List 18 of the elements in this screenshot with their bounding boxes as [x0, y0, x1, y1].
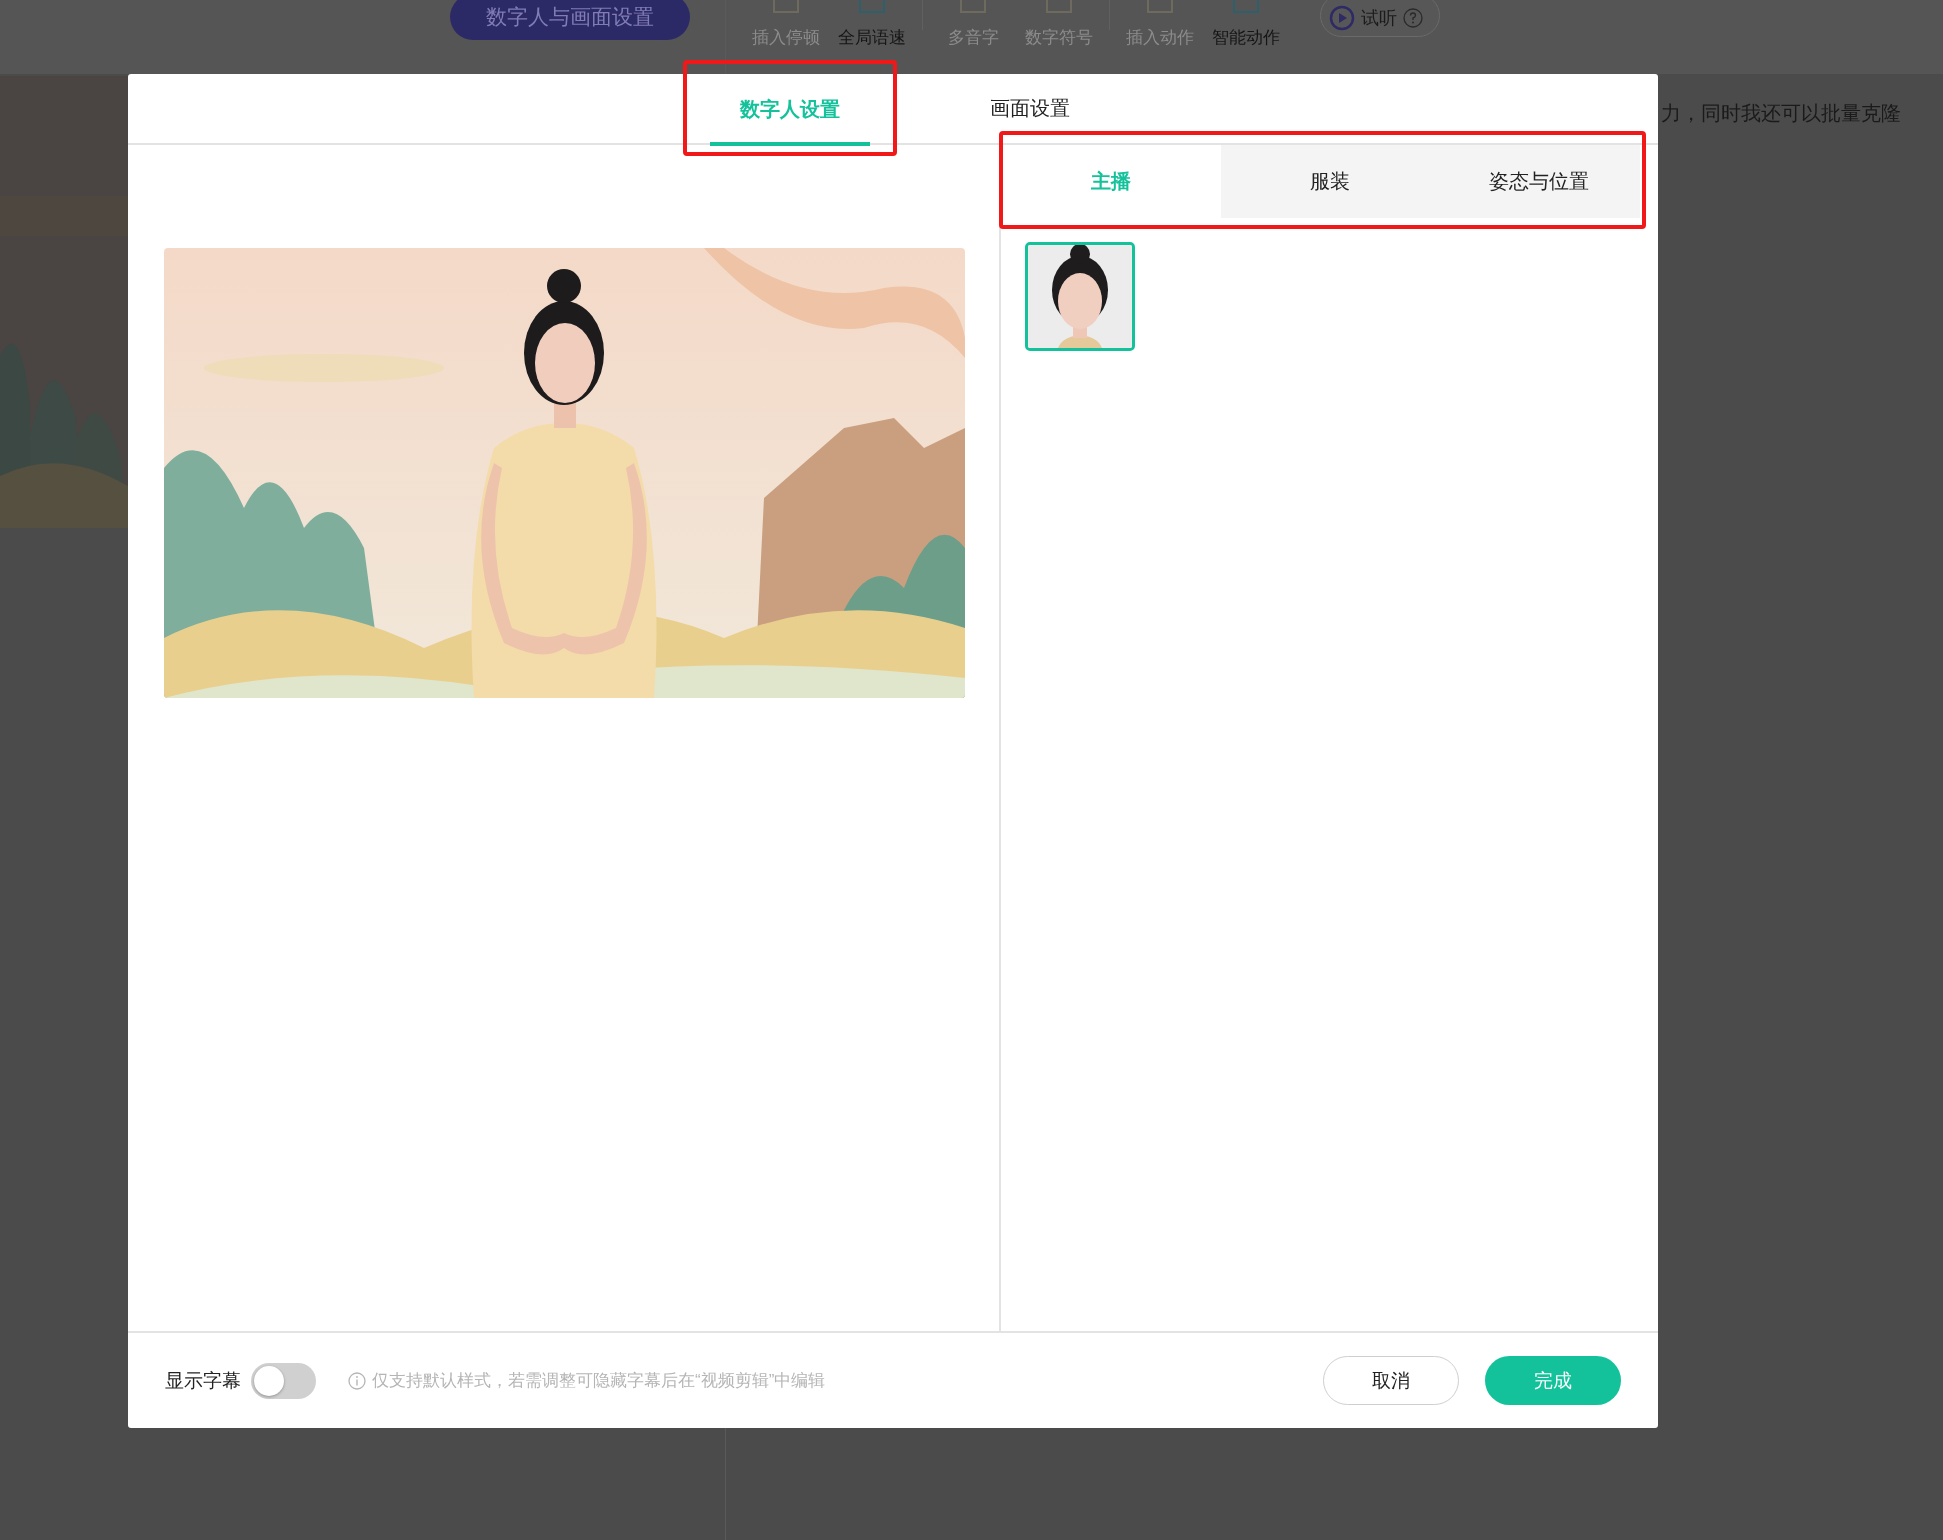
dialog-tab[interactable]: 数字人设置	[710, 74, 870, 146]
help-icon	[1403, 8, 1423, 28]
subtitle-label: 显示字幕	[165, 1368, 241, 1393]
toolbar-button[interactable]: 全局语速	[832, 0, 912, 49]
listen-button[interactable]: 试听	[1320, 0, 1440, 37]
avatar-thumbnail[interactable]	[1025, 242, 1135, 351]
play-icon	[1329, 5, 1355, 31]
subtab[interactable]: 主播	[1001, 145, 1221, 218]
subtab[interactable]: 服装	[1221, 145, 1438, 218]
done-button[interactable]: 完成	[1485, 1356, 1621, 1405]
hint-text: 仅支持默认样式，若需调整可隐藏字幕后在“视频剪辑”中编辑	[372, 1370, 826, 1392]
toolbar-button[interactable]: 智能动作	[1206, 0, 1286, 49]
subtab[interactable]: 姿态与位置	[1438, 145, 1640, 218]
settings-button[interactable]: 数字人与画面设置	[450, 0, 690, 40]
dialog-tab[interactable]: 画面设置	[950, 74, 1110, 143]
info-icon	[348, 1371, 366, 1390]
subtitle-toggle[interactable]	[251, 1362, 316, 1399]
cancel-button[interactable]: 取消	[1323, 1356, 1459, 1405]
